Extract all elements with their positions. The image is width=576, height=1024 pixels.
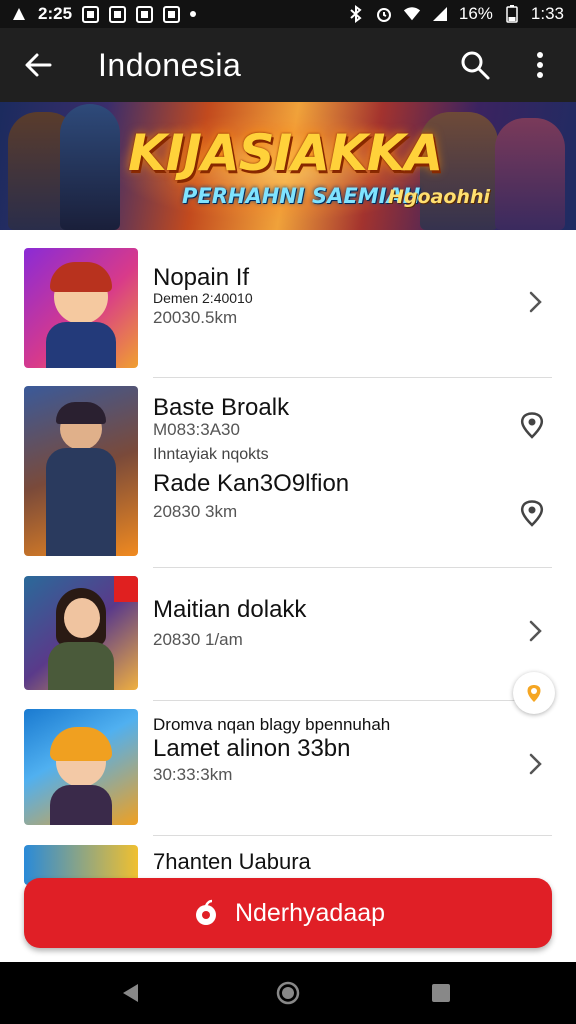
game-thumbnail <box>24 386 138 556</box>
banner-title: KIJASIAKKA <box>128 124 443 182</box>
search-icon[interactable] <box>458 48 492 82</box>
divider <box>153 377 552 378</box>
photo-notification-icon <box>109 5 127 23</box>
banner-tag: Hgoaohhi <box>388 186 490 208</box>
back-arrow-icon[interactable] <box>22 48 56 82</box>
app-bar: Indonesia <box>0 28 576 102</box>
nav-recents-icon[interactable] <box>428 980 454 1006</box>
game-thumbnail <box>24 248 138 368</box>
banner-subtitle: PERHAHNI SAEMIAH <box>182 184 421 208</box>
item-detail: M083:3A30 <box>153 420 240 439</box>
item-title: 7hanten Uabura <box>153 849 311 874</box>
item-subtitle: Rade Kan3O9lfion <box>153 470 350 497</box>
primary-action-label: Nderhyadaap <box>234 898 386 927</box>
divider <box>153 700 552 701</box>
battery-icon <box>503 5 521 23</box>
chevron-right-icon[interactable] <box>524 618 546 644</box>
bluetooth-icon <box>347 5 365 23</box>
more-notifications-icon <box>190 11 197 17</box>
message-notification-icon <box>136 5 154 23</box>
item-title: Maitian dolakk <box>153 596 307 623</box>
status-time-left: 2:25 <box>38 4 73 23</box>
divider <box>153 835 552 836</box>
notification-icon <box>10 5 28 23</box>
more-options-icon[interactable] <box>526 48 554 82</box>
alarm-icon <box>375 5 393 23</box>
primary-action-button[interactable]: Nderhyadaap <box>24 878 552 948</box>
status-bar: 2:25 16% 1:33 <box>0 0 576 28</box>
map-locate-button[interactable] <box>513 672 555 714</box>
location-pin-icon[interactable] <box>517 498 547 528</box>
item-title: Baste Broalk <box>153 394 290 421</box>
item-description: Ihntayiak nqokts <box>153 446 269 463</box>
item-title: Nopain If <box>153 264 250 291</box>
battery-percent: 16% <box>458 4 493 23</box>
game-thumbnail <box>24 709 138 825</box>
divider <box>153 567 552 568</box>
item-pretitle: Dromva nqan blagy bpennuhah <box>153 715 391 734</box>
apple-icon <box>191 898 221 928</box>
chevron-right-icon[interactable] <box>524 751 546 777</box>
app-notification-icon <box>82 5 100 23</box>
location-pin-icon[interactable] <box>517 410 547 440</box>
item-distance: 20830 1/am <box>153 630 243 649</box>
item-detail: Demen 2:40010 <box>153 290 253 306</box>
item-title: Lamet alinon 33bn <box>153 735 351 762</box>
signal-icon <box>431 5 449 23</box>
item-distance: 20830 3km <box>153 502 238 521</box>
game-thumbnail <box>24 576 138 690</box>
page-title: Indonesia <box>98 47 242 83</box>
promo-banner[interactable]: KIJASIAKKA PERHAHNI SAEMIAH Hgoaohhi <box>0 102 576 230</box>
banner-hero-figure <box>60 104 120 230</box>
mail-notification-icon <box>163 5 181 23</box>
status-time-right: 1:33 <box>530 4 564 23</box>
chevron-right-icon[interactable] <box>524 289 546 315</box>
banner-hero-figure <box>495 118 565 230</box>
location-icon <box>527 685 541 702</box>
item-distance: 20030.5km <box>153 308 238 327</box>
nav-back-icon[interactable] <box>118 980 144 1006</box>
item-distance: 30:33:3km <box>153 765 233 784</box>
wifi-icon <box>403 5 421 23</box>
nav-home-icon[interactable] <box>275 980 301 1006</box>
system-nav-bar <box>0 962 576 1024</box>
